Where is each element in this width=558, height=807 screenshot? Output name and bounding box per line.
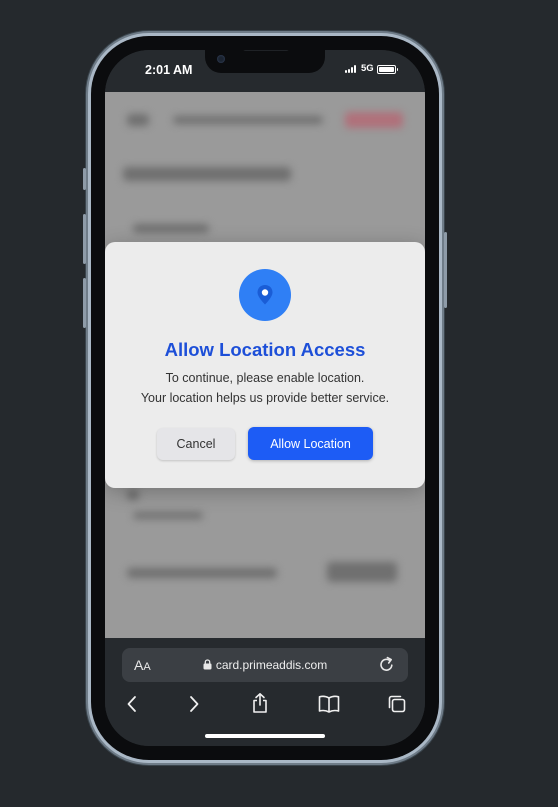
blurred-heading: [123, 167, 291, 181]
blurred-nav-button: [345, 112, 403, 128]
url-text: card.primeaddis.com: [215, 658, 328, 672]
notch: [205, 50, 325, 73]
phone-frame: 2:01 AM 5G Allow Location Access To cont…: [83, 36, 447, 760]
allow-location-button[interactable]: Allow Location: [248, 427, 373, 460]
share-icon[interactable]: [250, 692, 270, 714]
battery-icon: [377, 65, 398, 74]
blurred-menu-icon: [127, 114, 149, 126]
speaker: [243, 50, 289, 51]
blurred-nav: [173, 116, 323, 124]
browser-nav-row: [105, 692, 425, 718]
network-type: 5G: [361, 63, 374, 74]
address-bar[interactable]: AA card.primeaddis.com: [122, 648, 408, 682]
blurred-subheading: [133, 224, 209, 233]
blurred-webpage: Allow Location Access To continue, pleas…: [105, 92, 425, 638]
browser-toolbar: AA card.primeaddis.com: [105, 638, 425, 746]
status-time: 2:01 AM: [145, 63, 193, 77]
location-pin-icon: [239, 269, 291, 321]
lock-icon: [203, 659, 212, 670]
volume-up-button: [83, 214, 86, 264]
back-icon[interactable]: [125, 694, 139, 714]
bookmarks-icon[interactable]: [317, 694, 341, 714]
front-camera-icon: [217, 55, 225, 63]
home-indicator: [205, 734, 325, 738]
reload-icon[interactable]: [378, 656, 395, 673]
dialog-message-line-1: To continue, please enable location.: [165, 371, 365, 385]
cancel-button[interactable]: Cancel: [157, 428, 235, 460]
dialog-message-line-2: Your location helps us provide better se…: [140, 391, 390, 405]
power-button: [444, 232, 447, 308]
tabs-icon[interactable]: [386, 694, 408, 714]
location-permission-dialog: Allow Location Access To continue, pleas…: [105, 242, 425, 488]
blurred-card-footer: [127, 568, 277, 578]
blurred-card-line: [127, 490, 139, 500]
phone-screen: 2:01 AM 5G Allow Location Access To cont…: [105, 50, 425, 746]
silent-switch: [83, 168, 86, 190]
url-display[interactable]: card.primeaddis.com: [122, 658, 408, 672]
signal-icon: [345, 65, 357, 73]
blurred-card-line: [133, 512, 203, 519]
volume-down-button: [83, 278, 86, 328]
blurred-card-button: [327, 562, 397, 582]
forward-icon[interactable]: [187, 694, 201, 714]
dialog-title: Allow Location Access: [164, 339, 366, 360]
status-bar: 2:01 AM 5G: [105, 50, 425, 92]
